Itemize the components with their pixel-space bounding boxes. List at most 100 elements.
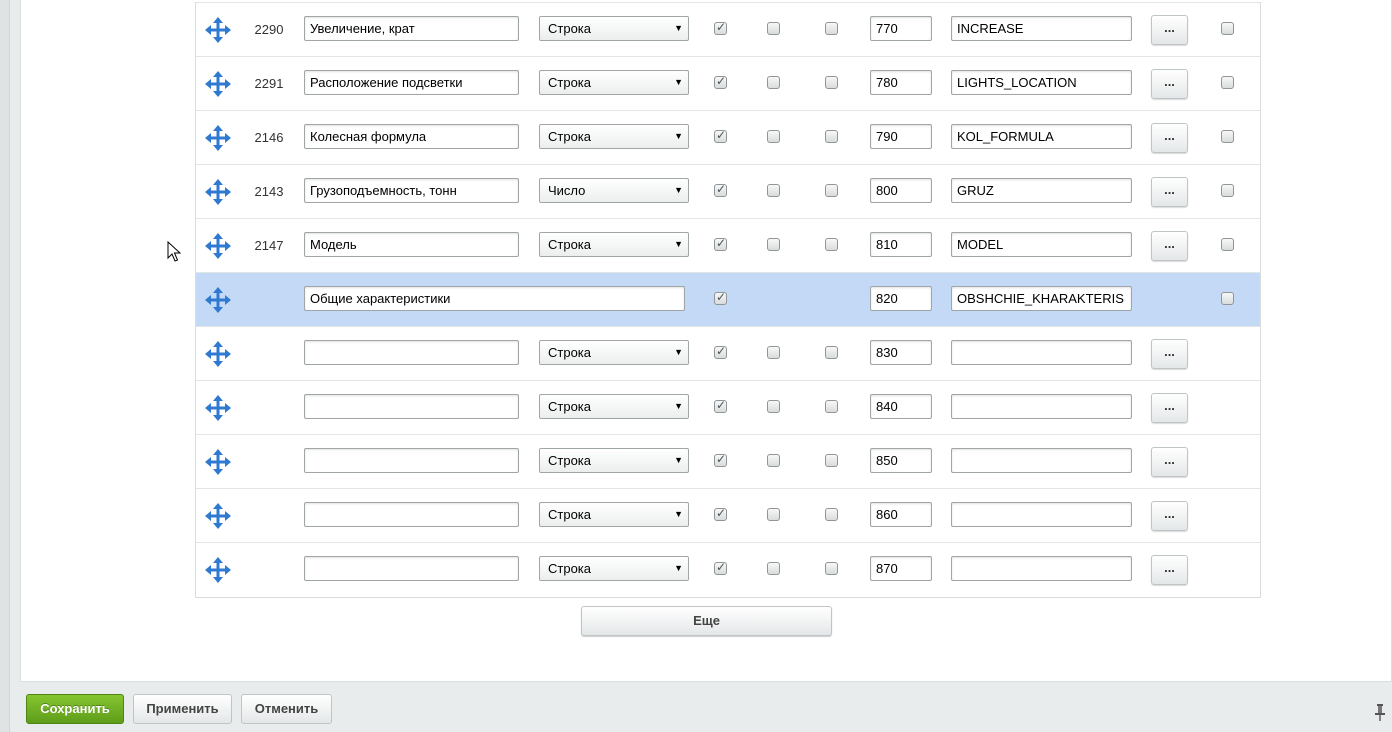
sort-input[interactable] [870,502,932,527]
multiple-checkbox[interactable] [767,508,780,521]
move-arrows-icon[interactable] [204,502,232,530]
property-name-input[interactable] [304,124,519,149]
required-checkbox[interactable] [825,22,838,35]
required-checkbox[interactable] [825,76,838,89]
multiple-checkbox[interactable] [767,184,780,197]
move-arrows-icon[interactable] [204,70,232,98]
delete-checkbox[interactable] [1221,184,1234,197]
multiple-checkbox[interactable] [767,562,780,575]
multiple-checkbox[interactable] [767,346,780,359]
property-type-select[interactable]: Число ▼ [539,178,689,203]
active-checkbox[interactable] [714,506,727,521]
required-checkbox[interactable] [825,562,838,575]
property-name-input[interactable] [304,178,519,203]
multiple-checkbox[interactable] [767,130,780,143]
sort-input[interactable] [870,340,932,365]
code-input[interactable] [951,16,1132,41]
code-input[interactable] [951,556,1132,581]
more-settings-button[interactable]: ... [1151,501,1188,531]
more-settings-button[interactable]: ... [1151,69,1188,99]
delete-checkbox[interactable] [1221,22,1234,35]
move-arrows-icon[interactable] [204,178,232,206]
more-settings-button[interactable]: ... [1151,339,1188,369]
multiple-checkbox[interactable] [767,22,780,35]
more-settings-button[interactable]: ... [1151,555,1188,585]
required-checkbox[interactable] [825,130,838,143]
active-checkbox[interactable] [714,560,727,575]
property-type-select[interactable]: Строка ▼ [539,124,689,149]
move-arrows-icon[interactable] [204,556,232,584]
delete-checkbox[interactable] [1221,292,1234,305]
more-settings-button[interactable]: ... [1151,447,1188,477]
code-input[interactable] [951,448,1132,473]
more-settings-button[interactable]: ... [1151,177,1188,207]
property-name-input[interactable] [304,70,519,95]
required-checkbox[interactable] [825,454,838,467]
delete-checkbox[interactable] [1221,238,1234,251]
move-arrows-icon[interactable] [204,286,232,314]
active-checkbox[interactable] [714,128,727,143]
move-arrows-icon[interactable] [204,232,232,260]
required-checkbox[interactable] [825,184,838,197]
sort-input[interactable] [870,448,932,473]
section-name-input[interactable] [304,286,685,311]
multiple-checkbox[interactable] [767,454,780,467]
pin-icon[interactable] [1373,703,1387,721]
active-checkbox[interactable] [714,236,727,251]
sort-input[interactable] [870,124,932,149]
move-arrows-icon[interactable] [204,448,232,476]
active-checkbox[interactable] [714,452,727,467]
move-arrows-icon[interactable] [204,16,232,44]
sort-input[interactable] [870,232,932,257]
move-arrows-icon[interactable] [204,124,232,152]
more-settings-button[interactable]: ... [1151,393,1188,423]
property-type-select[interactable]: Строка ▼ [539,16,689,41]
property-name-input[interactable] [304,556,519,581]
code-input[interactable] [951,70,1132,95]
sort-input[interactable] [870,16,932,41]
code-input[interactable] [951,124,1132,149]
property-name-input[interactable] [304,394,519,419]
property-name-input[interactable] [304,340,519,365]
apply-button[interactable]: Применить [133,694,232,724]
active-checkbox[interactable] [714,182,727,197]
move-arrows-icon[interactable] [204,340,232,368]
move-arrows-icon[interactable] [204,394,232,422]
active-checkbox[interactable] [714,398,727,413]
active-checkbox[interactable] [714,74,727,89]
property-type-select[interactable]: Строка ▼ [539,70,689,95]
multiple-checkbox[interactable] [767,238,780,251]
code-input[interactable] [951,232,1132,257]
more-settings-button[interactable]: ... [1151,123,1188,153]
required-checkbox[interactable] [825,400,838,413]
code-input[interactable] [951,394,1132,419]
property-type-select[interactable]: Строка ▼ [539,394,689,419]
multiple-checkbox[interactable] [767,400,780,413]
property-type-select[interactable]: Строка ▼ [539,232,689,257]
required-checkbox[interactable] [825,508,838,521]
active-checkbox[interactable] [714,20,727,35]
delete-checkbox[interactable] [1221,130,1234,143]
property-type-select[interactable]: Строка ▼ [539,448,689,473]
property-name-input[interactable] [304,448,519,473]
property-name-input[interactable] [304,232,519,257]
required-checkbox[interactable] [825,346,838,359]
sort-input[interactable] [870,70,932,95]
code-input[interactable] [951,502,1132,527]
sort-input[interactable] [870,394,932,419]
save-button[interactable]: Сохранить [26,694,124,724]
sort-input[interactable] [870,286,932,311]
multiple-checkbox[interactable] [767,76,780,89]
code-input[interactable] [951,178,1132,203]
required-checkbox[interactable] [825,238,838,251]
cancel-button[interactable]: Отменить [241,694,332,724]
more-settings-button[interactable]: ... [1151,231,1188,261]
property-name-input[interactable] [304,16,519,41]
property-type-select[interactable]: Строка ▼ [539,556,689,581]
more-button[interactable]: Еще [581,606,832,636]
sort-input[interactable] [870,178,932,203]
property-name-input[interactable] [304,502,519,527]
active-checkbox[interactable] [714,344,727,359]
delete-checkbox[interactable] [1221,76,1234,89]
property-type-select[interactable]: Строка ▼ [539,502,689,527]
